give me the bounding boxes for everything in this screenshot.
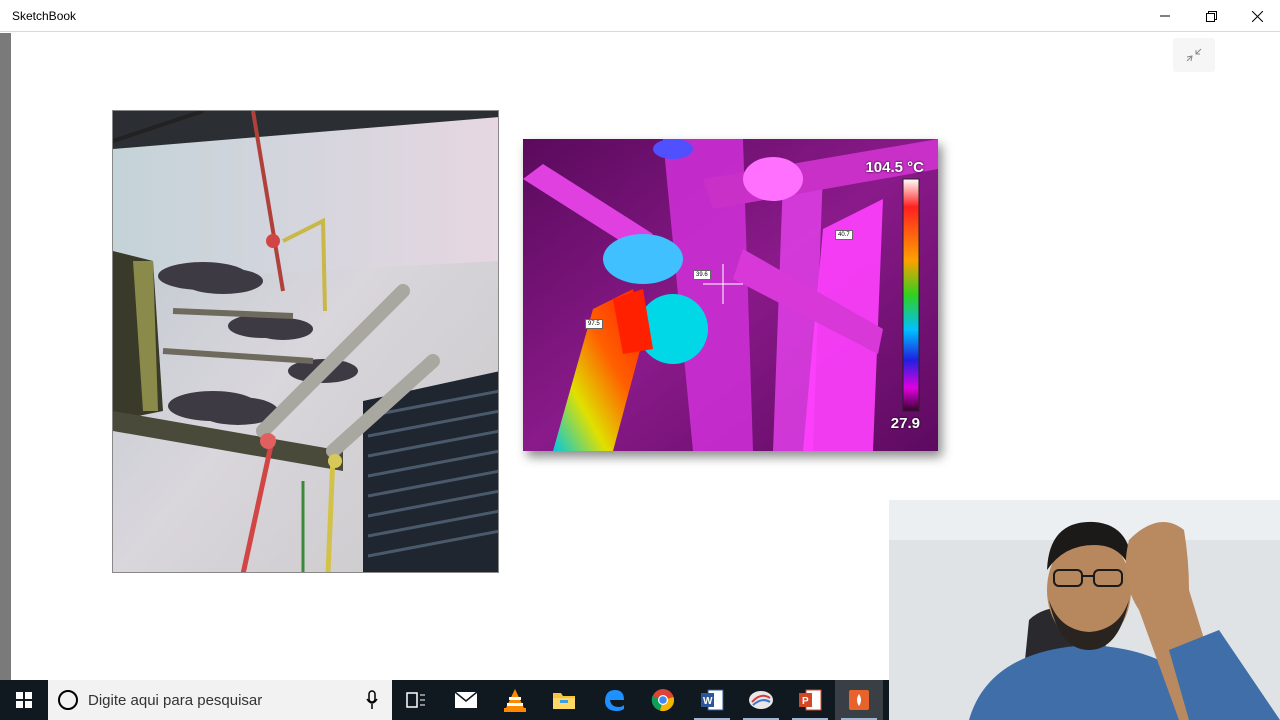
file-explorer-icon [553,693,575,709]
close-button[interactable] [1234,0,1280,32]
taskbar-recorder[interactable] [835,680,883,720]
thermal-spot-tag: 40.7 [835,230,853,240]
thermal-illustration [523,139,938,451]
left-panel-strip [0,33,11,680]
taskbar-sketchbook[interactable] [737,680,785,720]
thermal-spot-tag: 97.5 [585,319,603,329]
cortana-icon [58,690,78,710]
search-placeholder: Digite aqui para pesquisar [88,692,263,709]
chrome-icon [651,689,674,711]
minimize-button[interactable] [1142,0,1188,32]
exit-fullscreen-button[interactable] [1173,38,1215,72]
taskbar-vlc[interactable] [491,680,539,720]
window-title: SketchBook [12,9,77,23]
taskbar-mail[interactable] [442,680,490,720]
restore-icon [1205,10,1217,22]
task-view-icon [406,692,425,708]
svg-text:P: P [802,696,809,707]
restore-button[interactable] [1188,0,1234,32]
exit-fullscreen-icon [1186,48,1202,62]
mail-icon [454,691,478,708]
start-button[interactable] [0,680,48,720]
microphone-icon[interactable] [366,690,378,710]
thermal-spot-tag: 39.6 [693,270,711,280]
taskbar-file-explorer[interactable] [540,680,588,720]
taskbar-powerpoint[interactable]: P [786,680,834,720]
windows-start-icon [16,692,32,708]
minimize-icon [1160,15,1170,17]
close-icon [1251,10,1263,22]
taskbar-word[interactable]: W [688,680,736,720]
thermal-image: 104.5 °C 27.9 97.5 39.6 40.7 [523,139,938,451]
disconnect-switch-photo [112,110,499,573]
thermal-max-temperature: 104.5 °C [865,159,924,176]
title-bar: SketchBook [0,0,1280,32]
word-icon: W [701,689,724,711]
vlc-icon [504,689,526,712]
taskbar-chrome[interactable] [639,680,687,720]
search-box[interactable]: Digite aqui para pesquisar [48,680,392,720]
powerpoint-icon: P [799,689,822,711]
thermal-min-temperature: 27.9 [890,415,920,432]
svg-text:W: W [703,696,713,707]
switch-photo-illustration [113,111,498,572]
sketchbook-icon [749,691,773,709]
presenter-illustration [889,500,1280,720]
taskbar-edge[interactable] [590,680,638,720]
edge-icon [605,690,624,711]
taskbar: Digite aqui para pesquisar W P [0,680,889,720]
task-view-button[interactable] [392,680,440,720]
recorder-icon [849,690,869,710]
webcam-overlay [889,500,1280,720]
